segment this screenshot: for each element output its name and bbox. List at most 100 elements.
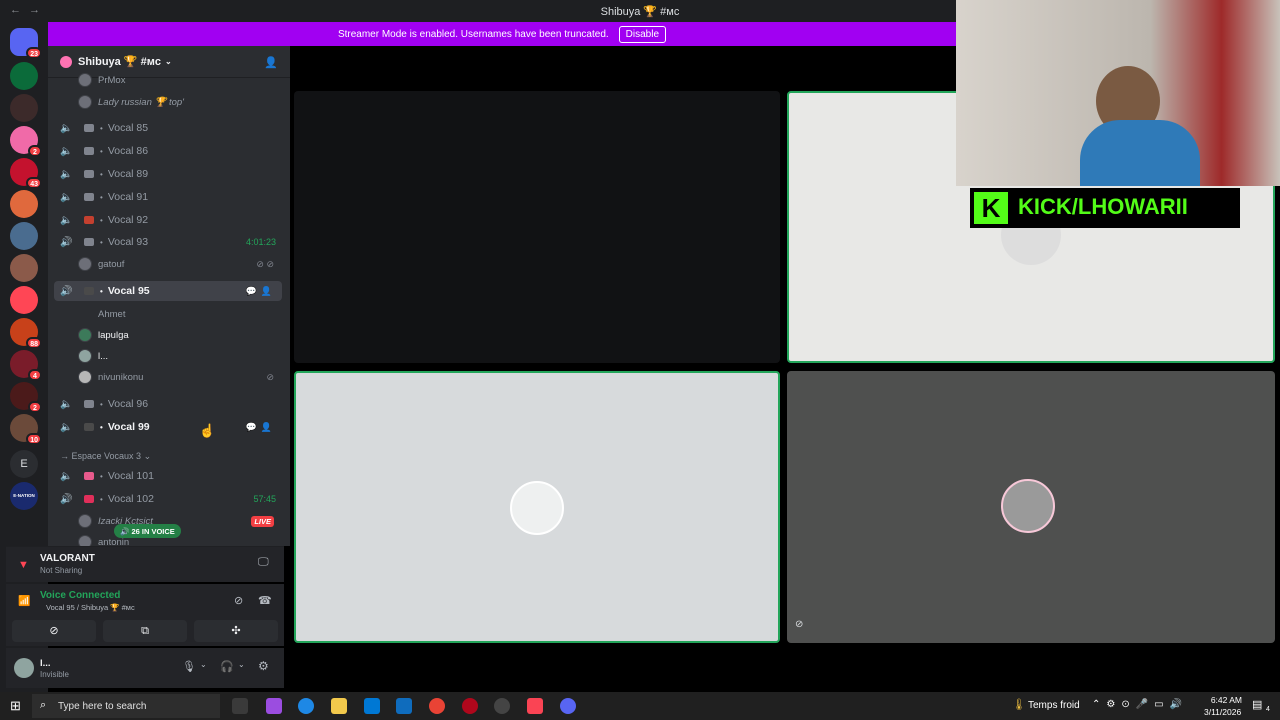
clock-time[interactable]: 6:42 AM (1208, 695, 1242, 705)
channel-vocal-92[interactable]: 🔈 • Vocal 92 (54, 210, 282, 230)
channel-vocal-85[interactable]: 🔈 • Vocal 85 (54, 118, 282, 138)
server-icon[interactable]: 4 (10, 350, 42, 381)
server-valorant-icon[interactable] (10, 286, 38, 314)
channel-vocal-86[interactable]: 🔈 • Vocal 86 (54, 141, 282, 161)
channel-vocal-93[interactable]: 🔊 • Vocal 93 4:01:23 (54, 232, 282, 252)
copilot-icon[interactable] (266, 698, 282, 714)
channel-name: Vocal 85 (107, 122, 149, 134)
disable-streamer-mode-button[interactable]: Disable (618, 25, 667, 43)
noise-suppression-icon[interactable]: ⊘ (234, 594, 243, 607)
muted-deafened-icon: ⊘ ⊘ (256, 258, 274, 269)
category-header[interactable]: → Espace Vocaux 3 ⌄ (60, 451, 151, 462)
server-badge: 2 (28, 145, 42, 157)
store-icon[interactable] (364, 698, 380, 714)
channel-emoji-icon (84, 495, 94, 503)
channel-vocal-95[interactable]: 🔊 • Vocal 95 💬👤 (54, 281, 282, 301)
avatar (78, 349, 92, 363)
user-name: l... (98, 350, 109, 362)
channel-vocal-96[interactable]: 🔈 • Vocal 96 (54, 394, 282, 414)
voice-user[interactable]: gatouf ⊘ ⊘ (78, 254, 282, 274)
voice-channel-path[interactable]: Vocal 95 / Shibuya 🏆 #ᴍᴄ (46, 603, 135, 612)
streamer-mode-banner: Streamer Mode is enabled. Usernames have… (48, 22, 956, 46)
headphones-icon[interactable]: 🎧 (220, 660, 234, 673)
channel-actions[interactable]: 💬👤 (246, 422, 276, 433)
server-icon[interactable]: 2 (10, 382, 42, 413)
channel-actions[interactable]: 💬👤 (246, 286, 276, 297)
server-icon[interactable] (10, 190, 38, 218)
obs-icon[interactable] (494, 698, 510, 714)
system-tray-icons[interactable]: ⌃⚙⊙🎤▭🔊 (1092, 699, 1188, 710)
edge-icon[interactable] (298, 698, 314, 714)
mouse-cursor: ☝ (199, 423, 216, 438)
voice-user[interactable]: Ahmet (78, 304, 282, 324)
microphone-icon[interactable]: 🎙 (182, 660, 196, 673)
chrome-icon[interactable] (429, 698, 445, 714)
file-explorer-icon[interactable] (331, 698, 347, 714)
windows-start-icon[interactable]: ⊞ (10, 698, 21, 714)
channel-name: Vocal 99 (107, 421, 150, 433)
settings-gear-icon[interactable]: ⚙ (258, 659, 269, 673)
user-name: Lady russian 🏆 top' (98, 96, 184, 108)
channel-vocal-89[interactable]: 🔈 • Vocal 89 (54, 164, 282, 184)
server-name: Shibuya 🏆 #ᴍᴄ (78, 56, 161, 68)
camera-button[interactable]: ⊘ (12, 620, 96, 642)
notification-count: 4 (1266, 706, 1270, 713)
taskbar-search[interactable]: ⌕ Type here to search (32, 694, 220, 718)
voice-user[interactable]: PrMox (78, 70, 282, 90)
server-icon[interactable] (10, 254, 38, 282)
activities-icon: ✣ (231, 625, 241, 637)
channel-vocal-101[interactable]: 🔈 • Vocal 101 (54, 466, 282, 486)
server-e-icon[interactable]: E (10, 450, 38, 478)
clock-date[interactable]: 3/11/2026 (1204, 707, 1241, 717)
discord-taskbar-icon[interactable] (560, 698, 576, 714)
windows-taskbar: ⊞ ⌕ Type here to search 🌡 Temps froid ⌃⚙… (0, 692, 1280, 720)
channel-emoji-icon (84, 124, 94, 132)
avatar (78, 95, 92, 109)
server-icon[interactable]: 43 (10, 158, 42, 189)
voice-user[interactable]: lapulga (78, 325, 282, 345)
arrow-icon: → (60, 451, 72, 461)
channel-emoji-icon (84, 238, 94, 246)
activities-button[interactable]: ✣ (194, 620, 278, 642)
share-screen-icon[interactable]: 🖵 (258, 556, 269, 569)
weather-text[interactable]: Temps froid (1028, 700, 1080, 711)
participant-avatar (1001, 479, 1055, 533)
voice-user[interactable]: antonin (78, 532, 282, 546)
chevron-down-icon[interactable]: ⌄ (238, 660, 245, 669)
app-icon[interactable] (462, 698, 478, 714)
signal-icon[interactable]: 📶 (18, 596, 30, 607)
server-icon[interactable] (10, 222, 38, 250)
valorant-icon: ▼ (18, 559, 29, 571)
speaker-icon: 🔈 (60, 191, 73, 203)
valorant-taskbar-icon[interactable] (527, 698, 543, 714)
voice-user[interactable]: nivunikonu ⊘ (78, 367, 282, 387)
avatar[interactable] (14, 658, 34, 678)
channel-emoji-icon (84, 170, 94, 178)
channel-vocal-102[interactable]: 🔊 • Vocal 102 57:45 (54, 489, 282, 509)
voice-status[interactable]: Voice Connected (40, 590, 120, 601)
video-tile-speaking[interactable] (294, 371, 780, 643)
nav-arrows[interactable]: ←→ (10, 4, 48, 16)
channel-emoji-icon (84, 287, 94, 295)
chevron-down-icon[interactable]: ⌄ (200, 660, 207, 669)
server-lfb-icon[interactable] (10, 62, 38, 90)
notification-icon[interactable]: ▤ (1252, 698, 1262, 711)
server-icon[interactable]: 88 (10, 318, 42, 349)
screen-share-button[interactable]: ⧉ (103, 620, 187, 642)
channel-vocal-99[interactable]: 🔈 • Vocal 99 💬👤 (54, 417, 282, 437)
server-icon[interactable]: 10 (10, 414, 42, 445)
disconnect-icon[interactable]: ☎ (258, 594, 272, 607)
voice-user[interactable]: Lady russian 🏆 top' (78, 92, 282, 112)
channel-vocal-91[interactable]: 🔈 • Vocal 91 (54, 187, 282, 207)
video-tile-black[interactable] (294, 91, 780, 363)
voice-user[interactable]: l... (78, 346, 282, 366)
server-shibuya-icon[interactable]: 2 (10, 126, 42, 157)
server-icon[interactable] (10, 94, 38, 122)
task-view-icon[interactable] (232, 698, 248, 714)
server-enation-icon[interactable]: E-NATION (10, 482, 38, 510)
outlook-icon[interactable] (396, 698, 412, 714)
user-name[interactable]: l... (40, 658, 51, 669)
invite-people-icon[interactable]: 👤 (264, 56, 278, 69)
video-tile[interactable]: ⊘ (787, 371, 1275, 643)
home-discord-icon[interactable]: 23 (10, 28, 42, 59)
